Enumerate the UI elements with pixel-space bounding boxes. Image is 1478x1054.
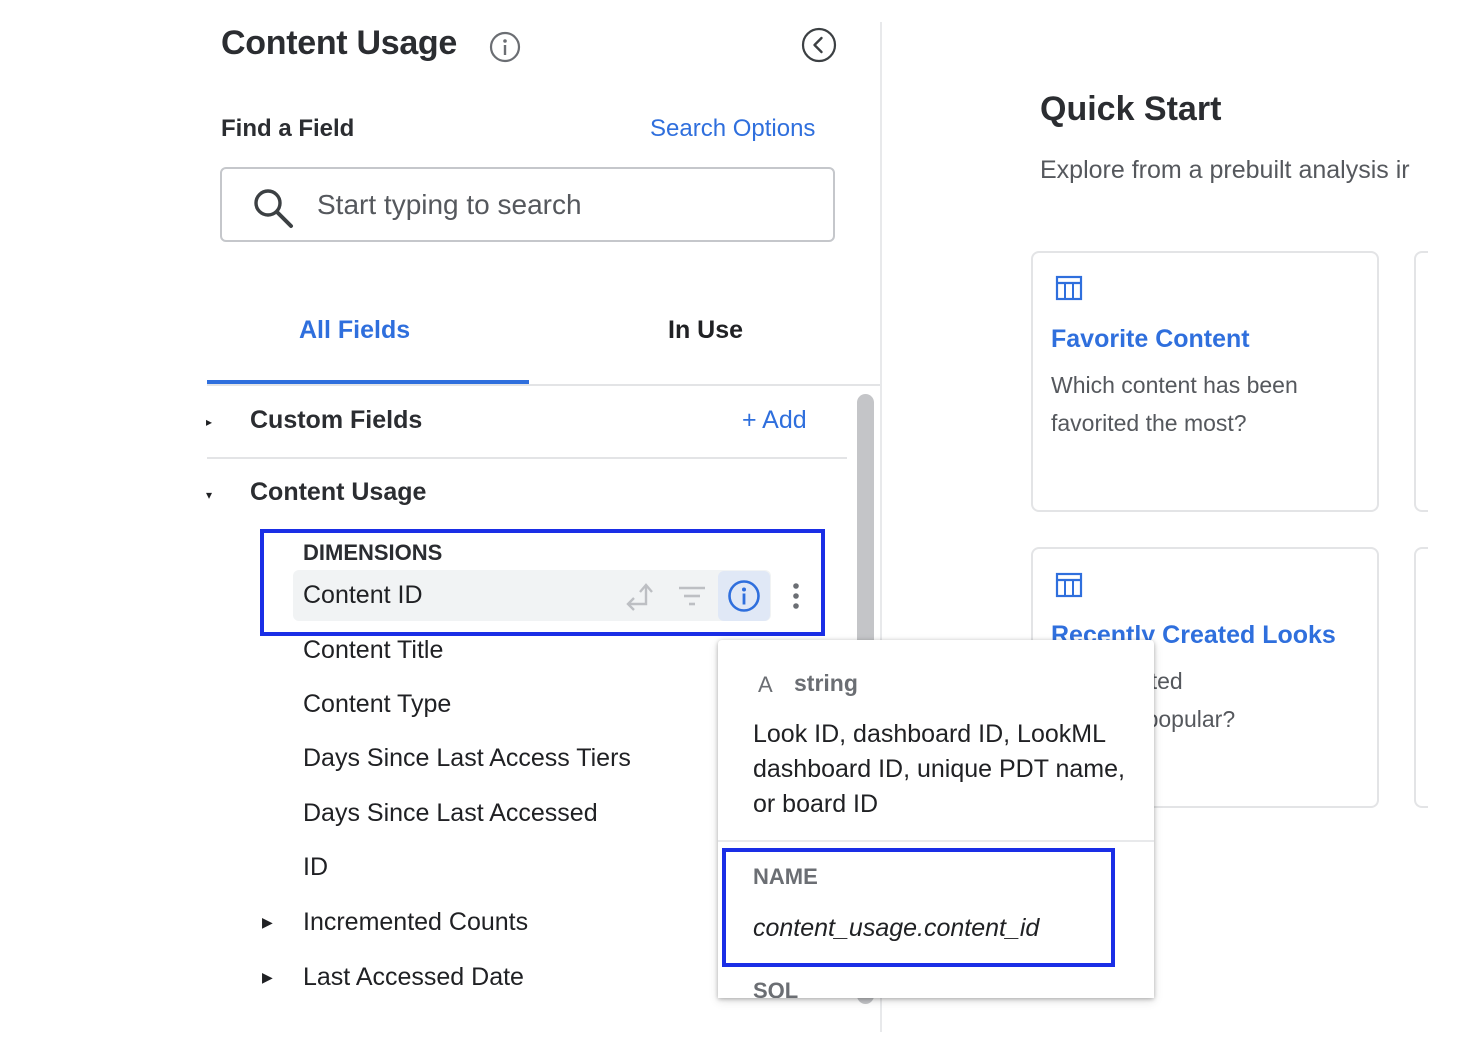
card-title[interactable]: Favorite Content [1051,325,1250,354]
sql-label: SQL [753,978,799,998]
custom-fields-header[interactable]: Custom Fields [250,406,422,435]
search-input[interactable] [317,183,817,227]
highlight-box [722,848,1115,967]
viewport-edge [1428,0,1478,1054]
popover-divider [718,840,1154,842]
quick-start-card-partial[interactable] [1414,251,1428,512]
field-type-label: string [794,670,858,696]
tab-divider [207,384,880,386]
quick-start-subtitle: Explore from a prebuilt analysis ir [1040,156,1410,184]
find-field-label: Find a Field [221,115,355,142]
table-icon [1055,275,1083,301]
card-description: Which content has been favorited the mos… [1051,372,1298,436]
field-item[interactable]: Content Title [303,636,443,665]
field-item[interactable]: Days Since Last Access Tiers [303,744,631,773]
field-group[interactable]: Incremented Counts [303,908,528,937]
field-item[interactable]: Content Type [303,690,451,719]
table-icon [1055,572,1083,598]
quick-start-card-partial[interactable] [1414,547,1428,808]
field-item[interactable]: ID [303,853,328,882]
info-icon[interactable] [489,31,521,63]
add-custom-field-button[interactable]: + Add [742,406,807,435]
search-icon [254,189,293,228]
view-header-content-usage[interactable]: Content Usage [250,478,426,507]
highlight-box [260,529,825,636]
collapse-panel-icon[interactable] [801,27,837,63]
caret-right-icon[interactable]: ▶ [262,914,273,931]
tab-all-fields[interactable]: All Fields [299,316,410,345]
section-divider [207,457,847,459]
field-group[interactable]: Last Accessed Date [303,963,524,992]
search-options-link[interactable]: Search Options [650,115,815,143]
caret-right-icon[interactable]: ▸ [206,415,212,429]
caret-right-icon[interactable]: ▶ [262,969,273,986]
caret-down-icon[interactable]: ▾ [206,488,212,502]
quick-start-title: Quick Start [1040,90,1222,128]
tab-in-use[interactable]: In Use [668,316,743,345]
field-description: Look ID, dashboard ID, LookML dashboard … [753,720,1125,818]
panel-title: Content Usage [221,24,458,62]
field-item[interactable]: Days Since Last Accessed [303,799,598,828]
string-type-icon: A [758,672,773,697]
